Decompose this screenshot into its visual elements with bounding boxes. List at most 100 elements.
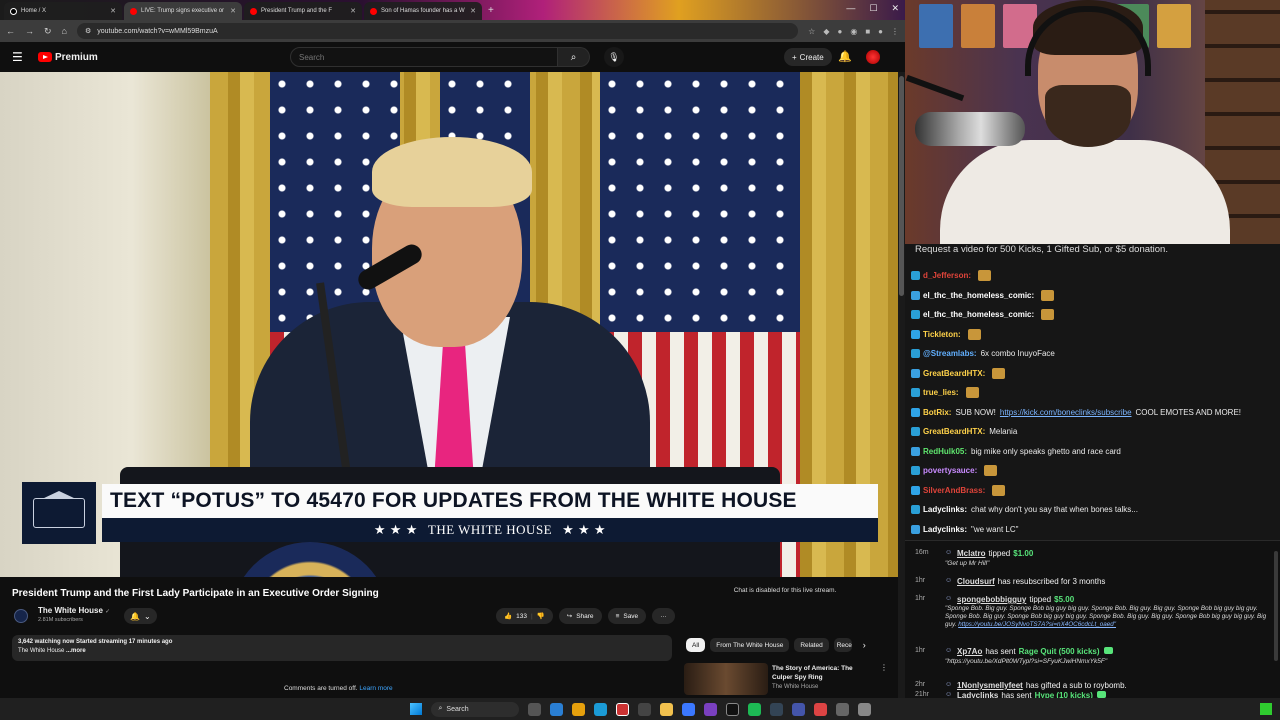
app-icon[interactable] [813,702,827,716]
chip-related[interactable]: Related [794,638,829,652]
chat-text: Melania [989,427,1018,437]
chat-username[interactable]: RedHulk05: [923,447,967,456]
chat-username[interactable]: el_thc_the_homeless_comic: [923,291,1034,300]
chevron-right-icon[interactable]: › [863,640,866,650]
chat-badge-icon [911,407,920,417]
more-options-icon[interactable]: ⋮ [880,663,888,672]
notion-icon[interactable] [725,702,739,716]
browser-tab-x[interactable]: Home / X ✕ [4,2,122,20]
chat-username[interactable]: Ladyclinks: [923,505,967,514]
description-box[interactable]: 3,642 watching now Started streaming 17 … [12,635,672,661]
spotify-icon[interactable] [747,702,761,716]
thumbs-down-icon[interactable]: 👎 [537,612,545,620]
hamburger-menu-icon[interactable]: ☰ [12,50,30,64]
chat-username[interactable]: GreatBeardHTX: [923,427,985,436]
learn-more-link[interactable]: Learn more [359,685,392,692]
youtube-logo[interactable]: Premium [38,52,98,63]
chat-username[interactable]: SilverAndBrass: [923,486,985,495]
chat-username[interactable]: d_Jefferson: [923,271,971,280]
close-tab-icon[interactable]: ✕ [350,7,356,15]
account-avatar[interactable] [866,50,880,64]
search-button[interactable]: ⌕ [558,47,590,67]
notifications-bell-icon[interactable]: 🔔 [838,50,852,63]
app-icon[interactable] [703,702,717,716]
forward-icon[interactable]: → [25,26,34,36]
close-tab-icon[interactable]: ✕ [470,7,476,15]
page-scrollbar[interactable] [898,72,905,700]
app-icon[interactable] [835,702,849,716]
recommended-title[interactable]: The Story of America: The Culper Spy Rin… [772,664,872,682]
channel-avatar[interactable] [14,609,28,623]
recommended-video[interactable]: The Story of America: The Culper Spy Rin… [684,663,889,695]
app-icon[interactable] [681,702,695,716]
search-input[interactable] [290,47,558,67]
feed-scrollbar[interactable] [1274,551,1278,661]
profile-icon[interactable]: ● [878,27,883,36]
site-info-icon[interactable]: ⚙ [85,27,91,35]
back-icon[interactable]: ← [6,26,15,36]
browser-tab-youtube[interactable]: President Trump and the F ✕ [244,2,362,20]
create-button[interactable]: + Create [784,48,832,66]
chat-username[interactable]: Ladyclinks: [923,525,967,534]
chat-username[interactable]: true_lies: [923,388,959,397]
event-username[interactable]: Mclatro [957,549,985,558]
chat-message: d_Jefferson: [911,266,1276,286]
extension-icon[interactable]: ■ [865,27,870,36]
chat-username[interactable]: povertysauce: [923,466,977,475]
more-actions-button[interactable]: ··· [652,608,675,624]
share-button[interactable]: ↪ Share [558,608,602,624]
extension-icon[interactable]: ◆ [823,27,829,36]
minimize-button[interactable]: — [846,3,855,14]
browser-tab-youtube-live[interactable]: LIVE: Trump signs executive or ✕ [124,2,242,20]
video-player[interactable]: TEXT “POTUS” TO 45470 FOR UPDATES FROM T… [0,72,898,577]
voice-search-button[interactable]: 🎙 [604,47,624,67]
extension-icon[interactable]: ◉ [850,27,857,36]
bookmark-star-icon[interactable]: ☆ [808,27,815,36]
task-view-icon[interactable] [527,702,541,716]
browser-tab-youtube-2[interactable]: Son of Hamas founder has a W ✕ [364,2,482,20]
chip-all[interactable]: All [686,638,706,652]
subscribed-bell-button[interactable]: 🔔 ⌄ [124,608,157,624]
system-tray-icon[interactable] [1260,703,1272,715]
obs-icon[interactable] [615,702,629,716]
chat-username[interactable]: @Streamlabs: [923,349,977,358]
edge-icon[interactable] [549,702,563,716]
maximize-button[interactable]: ☐ [869,3,877,14]
chat-link[interactable]: https://kick.com/boneclinks/subscribe [1000,408,1132,417]
new-tab-button[interactable]: + [488,5,494,16]
show-more-link[interactable]: ...more [66,648,86,654]
event-username[interactable]: 1Nonlysmellyfeet [957,681,1023,690]
close-window-button[interactable]: ✕ [891,3,899,14]
close-tab-icon[interactable]: ✕ [110,7,116,15]
event-username[interactable]: spongebobbigguy [957,595,1026,604]
app-icon[interactable] [593,702,607,716]
event-username[interactable]: Xp7Ao [957,647,982,656]
save-button[interactable]: ≡ Save [607,608,647,624]
event-link[interactable]: https://youtu.be/JOSyNvoTS7A?si=nX4OC6cd… [958,621,1116,628]
windows-start-icon[interactable] [409,703,422,715]
taskbar-search[interactable]: ⌕ Search [430,701,519,717]
event-username[interactable]: Cloudsurf [957,577,995,586]
browser-menu-icon[interactable]: ⋮ [891,27,899,36]
chat-text: big mike only speaks ghetto and race car… [971,446,1121,456]
close-tab-icon[interactable]: ✕ [230,7,236,15]
extension-icon[interactable]: ● [837,27,842,36]
chrome-icon[interactable] [571,702,585,716]
channel-name[interactable]: The White House ✓ [38,606,110,615]
app-icon[interactable] [769,702,783,716]
file-explorer-icon[interactable] [659,702,673,716]
chip-from-channel[interactable]: From The White House [710,638,790,652]
like-button[interactable]: 👍 133 | 👎 [496,608,553,624]
home-icon[interactable]: ⌂ [62,26,67,36]
chat-username[interactable]: el_thc_the_homeless_comic: [923,310,1034,319]
app-icon[interactable] [857,702,871,716]
app-icon[interactable] [791,702,805,716]
app-icon[interactable] [637,702,651,716]
url-field[interactable]: ⚙ youtube.com/watch?v=wMMl59BmzuA [76,23,799,39]
chat-username[interactable]: BotRix: [923,408,951,417]
chat-username[interactable]: GreatBeardHTX: [923,369,985,378]
chip-recent[interactable]: Rece [833,638,852,652]
video-thumbnail[interactable] [684,663,768,695]
chat-username[interactable]: Tickleton: [923,330,961,339]
reload-icon[interactable]: ↻ [44,26,52,37]
